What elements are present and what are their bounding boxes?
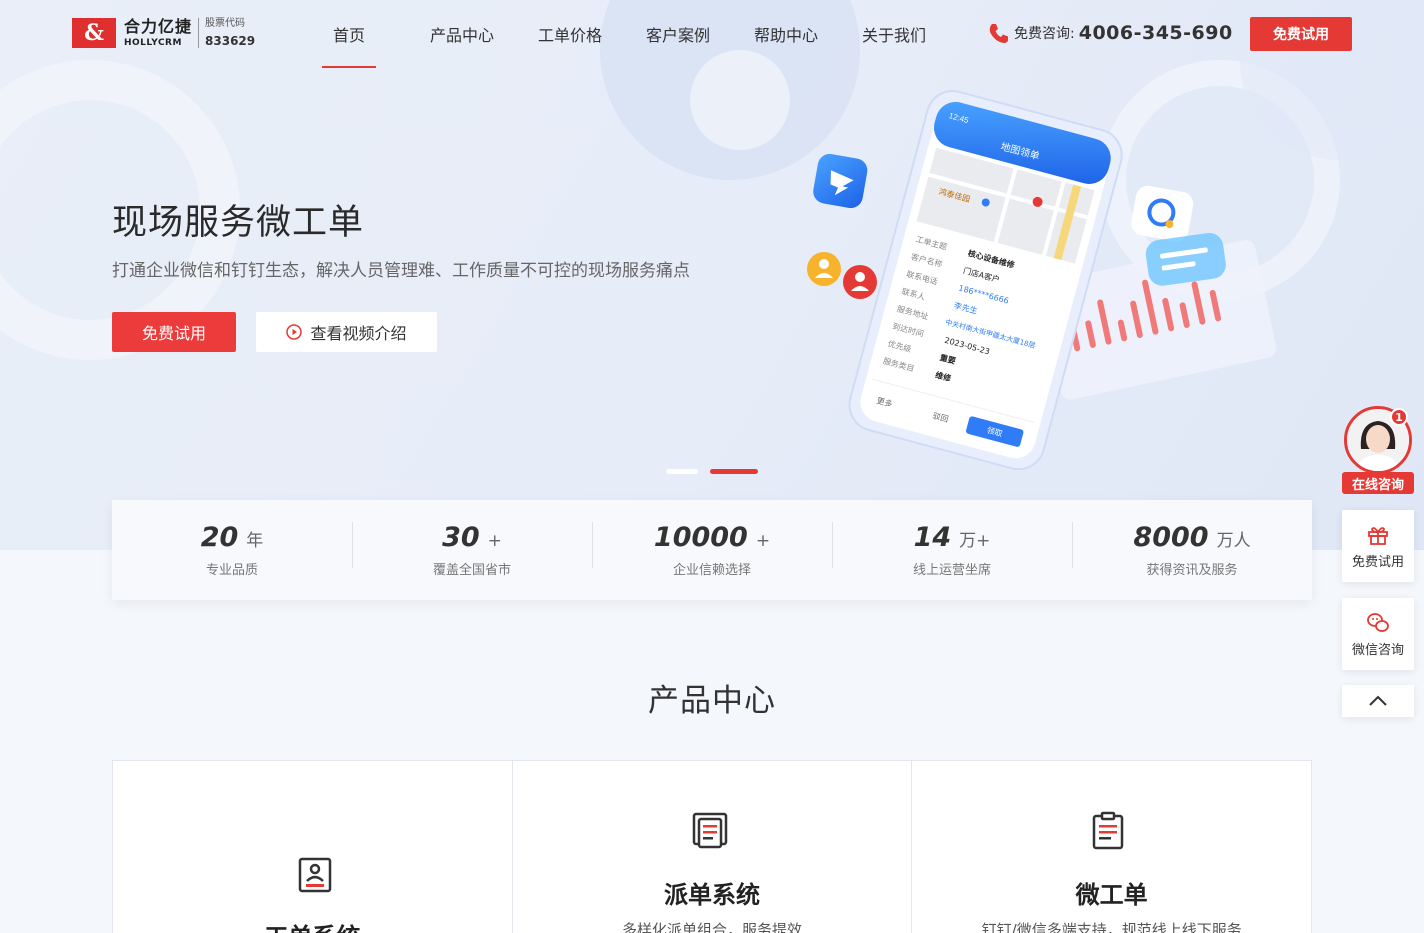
logo-name-cn: 合力亿捷 <box>124 16 193 36</box>
stock-label: 股票代码 <box>205 18 246 29</box>
unread-badge: 1 <box>1390 408 1408 426</box>
stat-label: 线上运营坐席 <box>912 563 991 578</box>
product-card-dispatch[interactable]: 派单系统 多样化派单组合，服务提效 <box>513 761 913 933</box>
product-card-title: 微工单 <box>1075 881 1148 909</box>
nav-item-about[interactable]: 关于我们 <box>840 0 948 68</box>
nav-item-products[interactable]: 产品中心 <box>408 0 516 68</box>
side-trial-label: 免费试用 <box>1351 554 1404 570</box>
play-icon <box>286 324 303 340</box>
back-to-top-button[interactable] <box>1342 685 1414 717</box>
stat-item: 20 年 专业品质 <box>112 522 352 578</box>
wechat-icon <box>1367 612 1389 632</box>
products-section-title: 产品中心 <box>648 683 776 719</box>
side-wechat-label: 微信咨询 <box>1351 642 1404 658</box>
stat-item: 30 + 覆盖全国省市 <box>352 522 592 578</box>
chat-icon <box>1131 185 1194 242</box>
hero-trial-button[interactable]: 免费试用 <box>112 312 236 352</box>
online-consult-widget[interactable]: 1 在线咨询 <box>1342 406 1414 494</box>
stats-bar: 20 年 专业品质 30 + 覆盖全国省市 10000 + 企业信赖选择 14 万+ 线… <box>112 500 1312 600</box>
stat-unit: 万人 <box>1216 531 1251 551</box>
header-trial-button[interactable]: 免费试用 <box>1250 17 1352 51</box>
stat-unit: + <box>755 531 771 551</box>
stat-label: 覆盖全国省市 <box>432 563 511 578</box>
chevron-up-icon <box>1369 695 1387 706</box>
side-trial-button[interactable]: 免费试用 <box>1342 510 1414 582</box>
phone-illustration: 12:45 地图领单 鸿泰佳园 工单主题 核心设备维修 客户名称 门店A客户 联… <box>807 90 1277 470</box>
contact-icon <box>807 252 877 299</box>
stat-item: 8000 万人 获得资讯及服务 <box>1072 522 1312 578</box>
product-card-desc: 多样化派单组合，服务提效 <box>622 921 803 933</box>
carousel-dot[interactable] <box>666 469 698 474</box>
product-card-micro-ticket[interactable]: 微工单 钉钉/微信多端支持，规范线上线下服务 <box>912 761 1311 933</box>
stock-code: 833629 <box>205 34 256 48</box>
carousel-dot-active[interactable] <box>710 469 758 474</box>
logo-divider <box>198 18 200 48</box>
product-cards: 工单系统 派单系统 多样化派单组合，服务提效 微工单 钉钉/微信多端支持，规范线… <box>112 760 1312 933</box>
video-intro-button[interactable]: 查看视频介绍 <box>256 312 437 352</box>
carousel-dots <box>666 469 770 474</box>
nav-item-home[interactable]: 首页 <box>322 0 376 68</box>
hotline-label: 免费咨询: <box>1014 26 1075 42</box>
product-card-title: 工单系统 <box>113 917 512 933</box>
logo-mark: & <box>72 18 116 48</box>
nav-item-help[interactable]: 帮助中心 <box>732 0 840 68</box>
nav-item-cases[interactable]: 客户案例 <box>624 0 732 68</box>
video-intro-label: 查看视频介绍 <box>310 324 407 343</box>
hotline-number: 4006-345-690 <box>1078 22 1233 44</box>
stat-item: 14 万+ 线上运营坐席 <box>832 522 1072 578</box>
stat-value: 30 <box>442 522 480 553</box>
brand-logo[interactable]: & 合力亿捷 HOLLYCRM 股票代码 833629 <box>72 18 255 48</box>
online-consult-label: 在线咨询 <box>1342 472 1414 494</box>
gift-icon <box>1368 526 1388 545</box>
stat-label: 企业信赖选择 <box>672 563 751 578</box>
main-nav: 首页 产品中心 工单价格 客户案例 帮助中心 关于我们 <box>322 0 948 70</box>
stat-unit: + <box>487 531 502 551</box>
logo-name-en: HOLLYCRM <box>124 37 182 48</box>
nav-item-pricing[interactable]: 工单价格 <box>516 0 624 68</box>
product-card-title: 派单系统 <box>664 881 760 909</box>
stat-value: 20 <box>200 522 239 553</box>
stat-value: 14 <box>913 522 952 553</box>
logo-text: 合力亿捷 HOLLYCRM <box>124 16 193 48</box>
dingtalk-icon <box>813 153 868 209</box>
hero-title: 现场服务微工单 <box>112 203 365 243</box>
stat-item: 10000 + 企业信赖选择 <box>592 522 832 578</box>
clipboard-icon <box>1093 811 1124 850</box>
stat-unit: 万+ <box>959 531 991 551</box>
product-card-ticket-system[interactable]: 工单系统 <box>113 761 513 933</box>
product-card-desc: 钉钉/微信多端支持，规范线上线下服务 <box>981 921 1242 933</box>
documents-icon <box>692 812 727 849</box>
hotline[interactable]: 免费咨询: 4006-345-690 <box>988 22 1233 44</box>
stat-label: 专业品质 <box>205 563 258 578</box>
top-header: & 合力亿捷 HOLLYCRM 股票代码 833629 首页 产品中心 工单价格… <box>0 0 1424 70</box>
hero-banner: 现场服务微工单 打通企业微信和钉钉生态，解决人员管理难、工作质量不可控的现场服务… <box>0 0 1424 550</box>
hero-subtitle: 打通企业微信和钉钉生态，解决人员管理难、工作质量不可控的现场服务痛点 <box>112 261 690 281</box>
stock-info: 股票代码 833629 <box>205 18 256 48</box>
side-wechat-button[interactable]: 微信咨询 <box>1342 598 1414 670</box>
stat-unit: 年 <box>246 531 264 551</box>
stat-label: 获得资讯及服务 <box>1146 563 1238 578</box>
stat-value: 8000 <box>1133 522 1209 553</box>
phone-icon <box>989 24 1008 43</box>
id-card-icon <box>298 857 332 893</box>
stat-value: 10000 <box>653 522 748 553</box>
